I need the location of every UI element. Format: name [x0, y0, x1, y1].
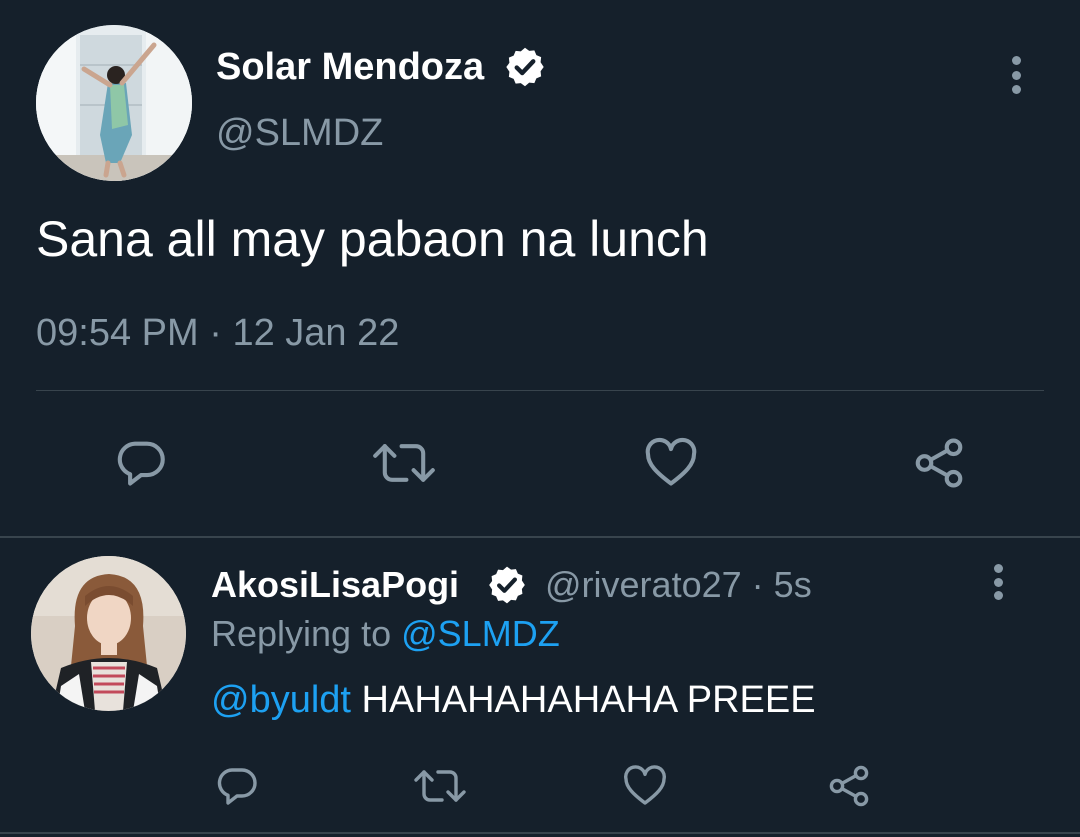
bottom-divider [0, 832, 1080, 834]
author-handle[interactable]: @SLMDZ [216, 111, 383, 155]
section-divider [0, 536, 1080, 538]
reply-icon[interactable] [112, 434, 170, 492]
tweet-date[interactable]: 12 Jan 22 [232, 312, 399, 354]
more-vertical-icon[interactable] [989, 564, 1007, 600]
reply-meta: @riverato27 · 5s [545, 564, 812, 606]
reply-avatar-image [31, 556, 186, 711]
tweet-divider [36, 390, 1044, 391]
share-icon[interactable] [908, 434, 970, 492]
replying-to-handle[interactable]: @SLMDZ [401, 613, 560, 654]
heart-icon[interactable] [620, 762, 670, 810]
tweet-time: 09:54 PM [36, 312, 199, 354]
reply-text: @byuldt HAHAHAHAHAHA PREEE [211, 678, 816, 722]
verified-badge-icon [503, 45, 547, 89]
author-avatar[interactable] [36, 25, 192, 181]
reply-icon[interactable] [213, 762, 261, 810]
replying-to: Replying to @SLMDZ [211, 613, 560, 655]
share-icon[interactable] [824, 762, 874, 810]
reply-author-handle[interactable]: @riverato27 [545, 564, 742, 605]
verified-badge-icon [486, 564, 528, 606]
retweet-icon[interactable] [410, 762, 470, 810]
replying-to-label: Replying to [211, 613, 392, 654]
tweet-timestamp: 09:54 PM · 12 Jan 22 [36, 311, 399, 355]
author-avatar-image [36, 25, 192, 181]
reply-time[interactable]: 5s [774, 564, 812, 605]
tweet-text: Sana all may pabaon na lunch [36, 211, 709, 267]
more-vertical-icon[interactable] [1007, 56, 1025, 94]
reply-author-avatar[interactable] [31, 556, 186, 711]
author-name[interactable]: Solar Mendoza [216, 45, 484, 89]
heart-icon[interactable] [640, 434, 702, 492]
timestamp-separator: · [209, 312, 222, 354]
retweet-icon[interactable] [368, 434, 440, 492]
reply-author-name[interactable]: AkosiLisaPogi [211, 564, 459, 606]
reply-body: HAHAHAHAHAHA PREEE [350, 679, 816, 721]
mention-link[interactable]: @byuldt [211, 679, 351, 721]
reply-meta-separator: · [751, 564, 764, 605]
